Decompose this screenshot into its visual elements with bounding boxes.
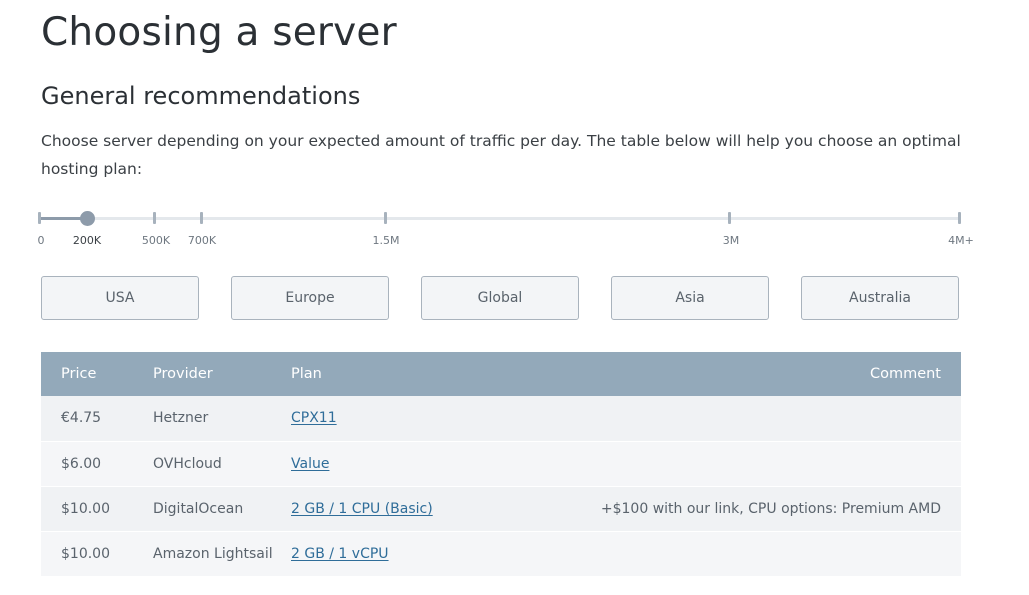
traffic-slider[interactable]: 0 200K 500K 700K 1.5M 3M 4M+ [0,200,1029,250]
region-button-australia[interactable]: Australia [801,276,959,320]
page: Choosing a server General recommendation… [0,0,1029,595]
region-button-global[interactable]: Global [421,276,579,320]
slider-label-500k: 500K [141,234,171,247]
table-row: €4.75 Hetzner CPX11 [41,396,961,441]
cell-comment [521,531,961,576]
slider-label-3m: 3M [722,234,740,247]
header-provider: Provider [153,366,213,382]
cell-price: $6.00 [61,455,102,472]
page-title: Choosing a server [41,10,397,55]
cell-provider: Amazon Lightsail [153,545,273,562]
cell-provider: DigitalOcean [153,500,244,517]
slider-tick-4m[interactable] [958,212,961,224]
slider-label-0: 0 [37,234,45,247]
cell-plan: CPX11 [271,396,521,441]
plan-link[interactable]: CPX11 [291,410,337,426]
cell-plan: 2 GB / 1 CPU (Basic) [271,486,521,531]
cell-price: $10.00 [61,500,110,517]
slider-tick-1-5m[interactable] [384,212,387,224]
cell-plan: 2 GB / 1 vCPU [271,531,521,576]
header-comment: Comment [869,366,941,382]
plan-link[interactable]: Value [291,456,329,472]
section-title: General recommendations [41,82,361,110]
slider-label-200k: 200K [72,234,102,247]
cell-price: $10.00 [61,545,110,562]
intro-text: Choose server depending on your expected… [41,132,961,178]
region-button-asia[interactable]: Asia [611,276,769,320]
slider-tick-500k[interactable] [153,212,156,224]
region-selector: USA Europe Global Asia Australia [41,276,961,322]
cell-comment [521,396,961,441]
cell-comment [521,441,961,486]
table-row: $6.00 OVHcloud Value [41,441,961,486]
slider-tick-700k[interactable] [200,212,203,224]
slider-tick-3m[interactable] [728,212,731,224]
cell-price: €4.75 [61,410,102,427]
cell-plan: Value [271,441,521,486]
slider-handle[interactable] [80,211,95,226]
header-price: Price [61,366,97,382]
slider-label-700k: 700K [187,234,217,247]
plan-link[interactable]: 2 GB / 1 vCPU [291,546,389,562]
cell-provider: Hetzner [153,410,209,427]
slider-label-1-5m: 1.5M [372,234,400,247]
slider-track[interactable] [39,217,960,220]
table-header-row: Price Provider Plan Comment [41,352,961,396]
table-row: $10.00 Amazon Lightsail 2 GB / 1 vCPU [41,531,961,576]
region-button-usa[interactable]: USA [41,276,199,320]
region-button-europe[interactable]: Europe [231,276,389,320]
server-table: Price Provider Plan Comment €4.75 Hetzne… [41,352,961,577]
header-plan: Plan [291,366,322,382]
cell-provider: OVHcloud [153,455,222,472]
slider-label-4m-plus: 4M+ [948,234,974,247]
cell-comment: +$100 with our link, CPU options: Premiu… [600,500,941,517]
table-row: $10.00 DigitalOcean 2 GB / 1 CPU (Basic)… [41,486,961,531]
slider-tick-0[interactable] [38,212,41,224]
plan-link[interactable]: 2 GB / 1 CPU (Basic) [291,501,433,517]
